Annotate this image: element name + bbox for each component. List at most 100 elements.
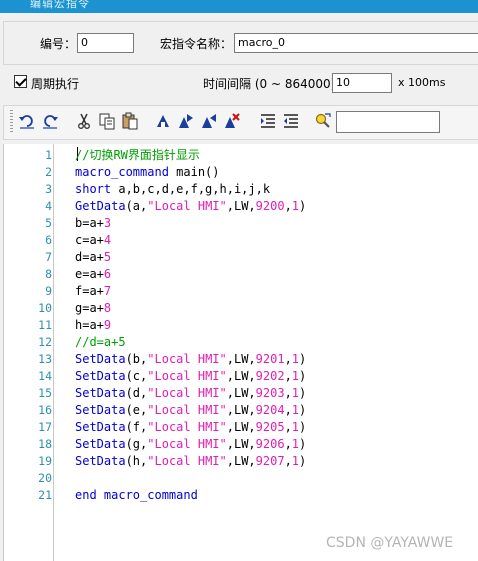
code-text: e=a+6: [75, 266, 111, 283]
code-token-plain: main(): [168, 165, 220, 179]
copy-button[interactable]: [98, 112, 116, 130]
code-line[interactable]: 18 SetData(g,"Local HMI",LW,9206,1): [4, 436, 478, 453]
code-token-plain: ,LW,: [226, 420, 256, 434]
indent-icon: [261, 114, 275, 128]
toggle-bookmark-button[interactable]: [154, 112, 172, 130]
code-token-plain: ): [299, 403, 307, 417]
code-text: short a,b,c,d,e,f,g,h,i,j,k: [75, 181, 270, 198]
line-number: 4: [45, 199, 52, 213]
code-text: GetData(a,"Local HMI",LW,9200,1): [75, 198, 306, 215]
toolbar-search-input[interactable]: [336, 111, 440, 133]
code-token-num: 8: [103, 301, 112, 315]
code-text: SetData(g,"Local HMI",LW,9206,1): [75, 436, 306, 453]
clear-bookmarks-button[interactable]: [223, 112, 241, 130]
code-text: SetData(f,"Local HMI",LW,9205,1): [75, 419, 306, 436]
code-token-fn: GetData: [75, 199, 126, 213]
code-token-kw: short: [75, 182, 112, 196]
code-token-plain: ,LW,: [226, 437, 256, 451]
code-token-plain: ,LW,: [226, 199, 256, 213]
paste-icon: [122, 112, 138, 130]
code-text: //切换RW界面指针显示: [75, 147, 200, 164]
prev-bookmark-icon: [202, 114, 216, 128]
code-line[interactable]: 9 f=a+7: [4, 283, 478, 300]
code-line[interactable]: 10 g=a+8: [4, 300, 478, 317]
code-token-num: 9: [103, 318, 112, 332]
cut-button[interactable]: [75, 112, 93, 130]
code-token-plain: g=a+: [75, 301, 104, 315]
indent-button[interactable]: [259, 112, 277, 130]
periodic-checkbox[interactable]: [14, 75, 27, 88]
line-number: 15: [38, 386, 52, 400]
code-token-num: 1: [291, 352, 300, 366]
code-token-str: "Local HMI": [147, 369, 227, 383]
code-editor[interactable]: 1 //切换RW界面指针显示 2 macro_command main() 3 short…: [3, 144, 478, 561]
code-text: //d=a+5: [75, 334, 126, 351]
interval-field[interactable]: 10: [332, 73, 392, 93]
code-line[interactable]: 14 SetData(c,"Local HMI",LW,9202,1): [4, 368, 478, 385]
code-token-plain: ,LW,: [226, 454, 256, 468]
code-line[interactable]: 6 c=a+4: [4, 232, 478, 249]
id-field[interactable]: 0: [77, 33, 134, 53]
code-line[interactable]: 5 b=a+3: [4, 215, 478, 232]
code-line[interactable]: 8 e=a+6: [4, 266, 478, 283]
code-token-plain: ): [299, 437, 307, 451]
code-text: SetData(c,"Local HMI",LW,9202,1): [75, 368, 306, 385]
toolbar-grip[interactable]: [10, 110, 13, 134]
line-number: 11: [38, 318, 52, 332]
code-text: g=a+8: [75, 300, 111, 317]
line-number: 12: [38, 335, 52, 349]
code-token-plain: (g,: [125, 437, 148, 451]
line-number: 17: [38, 420, 52, 434]
outdent-button[interactable]: [282, 112, 300, 130]
redo-icon: [43, 115, 58, 129]
interval-label: 时间间隔 (0 ~ 864000)：: [203, 77, 348, 91]
code-line[interactable]: 3 short a,b,c,d,e,f,g,h,i,j,k: [4, 181, 478, 198]
next-bookmark-button[interactable]: [177, 112, 195, 130]
macro-name-field[interactable]: macro_0: [234, 33, 478, 53]
code-token-num: 6: [103, 267, 112, 281]
code-line[interactable]: 1 //切换RW界面指针显示: [4, 147, 478, 164]
code-line[interactable]: 13 SetData(b,"Local HMI",LW,9201,1): [4, 351, 478, 368]
code-token-plain: ,LW,: [226, 369, 256, 383]
code-token-kw: end macro_command: [75, 488, 198, 502]
code-token-num: 9200: [255, 199, 285, 213]
undo-button[interactable]: [18, 112, 36, 130]
paste-button[interactable]: [121, 112, 139, 130]
code-token-fn: SetData: [75, 403, 126, 417]
code-line[interactable]: 20: [4, 470, 478, 487]
code-token-plain: ,: [284, 199, 292, 213]
code-line[interactable]: 21 end macro_command: [4, 487, 478, 504]
undo-icon: [19, 115, 34, 129]
code-line[interactable]: 2 macro_command main(): [4, 164, 478, 181]
code-line[interactable]: 16 SetData(e,"Local HMI",LW,9204,1): [4, 402, 478, 419]
code-line[interactable]: 12 //d=a+5: [4, 334, 478, 351]
macro-name-label: 宏指令名称：: [160, 37, 233, 51]
code-token-num: 1: [291, 199, 300, 213]
window-title: 编辑宏指令: [30, 0, 90, 10]
code-line[interactable]: 17 SetData(f,"Local HMI",LW,9205,1): [4, 419, 478, 436]
code-token-plain: ,LW,: [226, 403, 256, 417]
line-number: 21: [38, 488, 52, 502]
code-token-plain: ,: [284, 369, 292, 383]
code-token-num: 9204: [255, 403, 285, 417]
prev-bookmark-button[interactable]: [200, 112, 218, 130]
code-token-plain: c=a+: [75, 233, 104, 247]
code-line[interactable]: 11 h=a+9: [4, 317, 478, 334]
code-line[interactable]: 15 SetData(d,"Local HMI",LW,9203,1): [4, 385, 478, 402]
line-number: 16: [38, 403, 52, 417]
code-token-plain: b=a+: [75, 216, 104, 230]
code-token-plain: d=a+: [75, 250, 104, 264]
find-button[interactable]: [314, 112, 332, 130]
code-token-fn: SetData: [75, 420, 126, 434]
code-text: macro_command main(): [75, 164, 220, 181]
line-number: 3: [45, 182, 52, 196]
redo-button[interactable]: [41, 112, 59, 130]
code-token-plain: (h,: [125, 454, 148, 468]
code-line[interactable]: 7 d=a+5: [4, 249, 478, 266]
copy-icon: [99, 113, 115, 130]
code-token-str: "Local HMI": [147, 420, 227, 434]
code-token-num: 7: [103, 284, 112, 298]
code-token-num: 1: [291, 369, 300, 383]
code-line[interactable]: 4 GetData(a,"Local HMI",LW,9200,1): [4, 198, 478, 215]
code-line[interactable]: 19 SetData(h,"Local HMI",LW,9207,1): [4, 453, 478, 470]
